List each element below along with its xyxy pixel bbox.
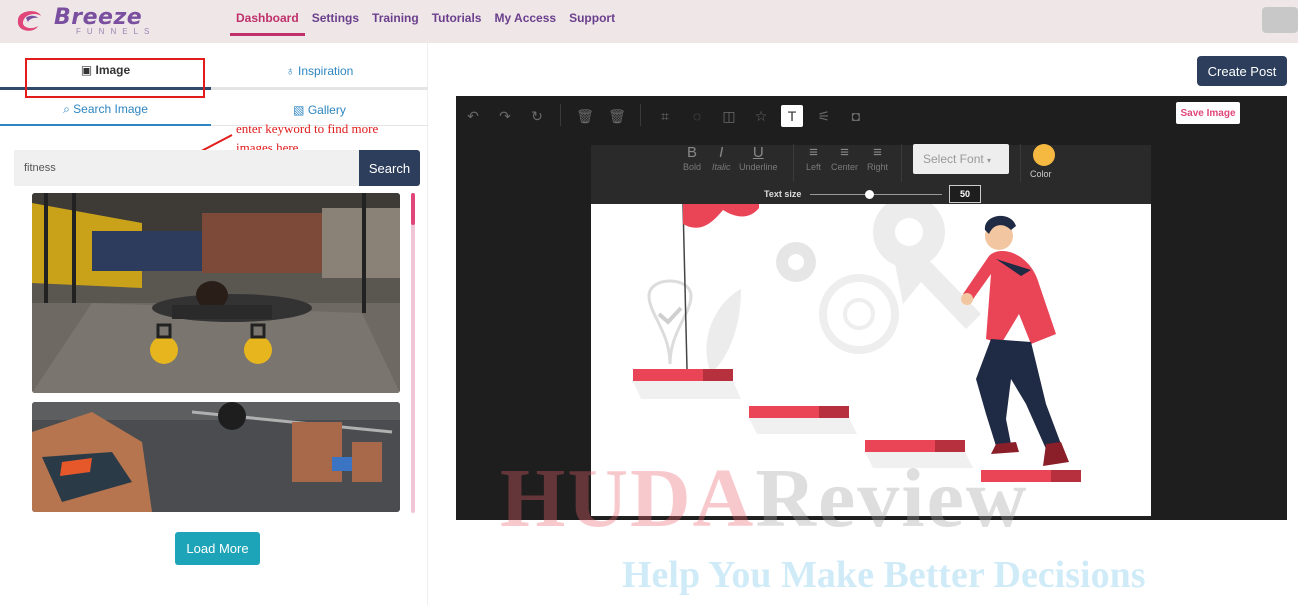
bold-button[interactable]: B Bold xyxy=(683,144,701,172)
tab-gallery-label: Gallery xyxy=(307,103,346,117)
nav-my-access[interactable]: My Access xyxy=(488,0,562,36)
align-right-label: Right xyxy=(867,162,889,172)
watermark-tagline: Help You Make Better Decisions xyxy=(622,554,1146,596)
fitness-pushup-photo xyxy=(32,193,400,393)
create-post-button[interactable]: Create Post xyxy=(1197,56,1287,86)
editor-toolbar: ↶ ↷ ↻ 🗑 🗑 ⌗ ◌ ◫ ☆ T ⚟ ◘ Save Image xyxy=(456,96,1287,134)
text-size-slider-handle[interactable] xyxy=(865,190,874,199)
flip-icon[interactable]: ◫ xyxy=(718,105,740,127)
tab-search-label: Search Image xyxy=(73,102,148,116)
color-label: Color xyxy=(1030,169,1052,179)
logo-subtext: FUNNELS xyxy=(76,27,156,36)
source-tabs: ▣ Image ♁ Inspiration xyxy=(0,53,428,98)
delete-all-icon[interactable]: 🗑 xyxy=(606,105,628,127)
delete-icon[interactable]: 🗑 xyxy=(574,105,596,127)
user-menu-button[interactable] xyxy=(1262,7,1298,33)
gallery-icon: ▧ xyxy=(293,103,305,117)
lightbulb-icon: ♁ xyxy=(285,64,295,78)
underline-icon: U xyxy=(752,144,764,161)
main-nav: Dashboard Settings Training Tutorials My… xyxy=(230,0,622,43)
search-icon: ⌕ xyxy=(63,102,70,116)
image-picker-panel: ▣ Image ♁ Inspiration ⌕ Search Image ▧ G… xyxy=(0,43,428,605)
tab-inspiration-label: Inspiration xyxy=(297,64,354,78)
caret-down-icon: ▾ xyxy=(987,156,992,165)
italic-icon: I xyxy=(719,144,724,161)
format-divider xyxy=(793,144,794,182)
redo-icon[interactable]: ↷ xyxy=(494,105,516,127)
nav-training[interactable]: Training xyxy=(366,0,425,36)
watermark-huda: HUDA xyxy=(500,452,756,545)
results-scrollbar-thumb[interactable] xyxy=(411,193,415,225)
align-right-icon: ≡ xyxy=(873,144,882,161)
align-left-icon: ≡ xyxy=(809,144,818,161)
align-center-label: Center xyxy=(831,162,859,172)
align-center-icon: ≡ xyxy=(840,144,849,161)
align-right-button[interactable]: ≡ Right xyxy=(867,144,888,172)
text-size-label: Text size xyxy=(764,189,802,199)
watermark-review: Review xyxy=(755,452,1029,545)
shape-icon[interactable]: ☆ xyxy=(750,105,772,127)
reset-icon[interactable]: ↻ xyxy=(526,105,548,127)
filter-icon[interactable]: ⚟ xyxy=(813,105,835,127)
tab-inspiration[interactable]: ♁ Inspiration xyxy=(211,53,428,90)
nav-settings[interactable]: Settings xyxy=(306,0,365,36)
nav-tutorials[interactable]: Tutorials xyxy=(426,0,488,36)
result-image[interactable] xyxy=(32,193,400,393)
save-image-button[interactable]: Save Image xyxy=(1176,102,1240,124)
format-divider xyxy=(1020,144,1021,182)
bold-icon: B xyxy=(687,144,698,161)
highlight-box xyxy=(25,58,205,98)
nav-support[interactable]: Support xyxy=(563,0,621,36)
bold-label: Bold xyxy=(683,162,702,172)
align-center-button[interactable]: ≡ Center xyxy=(831,144,858,172)
search-button[interactable]: Search xyxy=(359,150,420,186)
toolbar-divider xyxy=(560,104,561,126)
tab-search-image[interactable]: ⌕ Search Image xyxy=(0,93,211,126)
nav-dashboard[interactable]: Dashboard xyxy=(230,0,305,36)
search-input[interactable] xyxy=(14,150,360,186)
top-navigation-bar: Breeze FUNNELS Dashboard Settings Traini… xyxy=(0,0,1298,43)
text-size-slider[interactable] xyxy=(810,194,942,195)
toolbar-divider xyxy=(640,104,641,126)
text-size-value[interactable]: 50 xyxy=(949,185,981,203)
crop-icon[interactable]: ⌗ xyxy=(654,105,676,127)
results-scrollbar[interactable] xyxy=(411,193,415,513)
mask-icon[interactable]: ◘ xyxy=(845,105,867,127)
select-font-label: Select Font xyxy=(923,152,984,166)
search-results xyxy=(0,191,428,513)
italic-label: Italic xyxy=(712,162,731,172)
italic-button[interactable]: I Italic xyxy=(712,144,731,172)
underline-label: Underline xyxy=(739,162,778,172)
underline-button[interactable]: U Underline xyxy=(739,144,778,172)
undo-icon[interactable]: ↶ xyxy=(462,105,484,127)
logo-mark-icon xyxy=(17,11,41,31)
format-divider xyxy=(901,144,902,182)
result-image[interactable] xyxy=(32,402,400,512)
watermark-title: HUDAReview xyxy=(500,457,1029,541)
color-swatch[interactable] xyxy=(1033,144,1055,166)
select-font-dropdown[interactable]: Select Font ▾ xyxy=(913,144,1009,174)
text-icon[interactable]: T xyxy=(781,105,803,127)
load-more-button[interactable]: Load More xyxy=(175,532,260,565)
fitness-deadlift-photo xyxy=(32,402,400,512)
align-left-button[interactable]: ≡ Left xyxy=(806,144,821,172)
breeze-funnels-logo[interactable]: Breeze FUNNELS xyxy=(14,4,184,38)
align-left-label: Left xyxy=(806,162,822,172)
rotate-icon[interactable]: ◌ xyxy=(686,105,708,127)
